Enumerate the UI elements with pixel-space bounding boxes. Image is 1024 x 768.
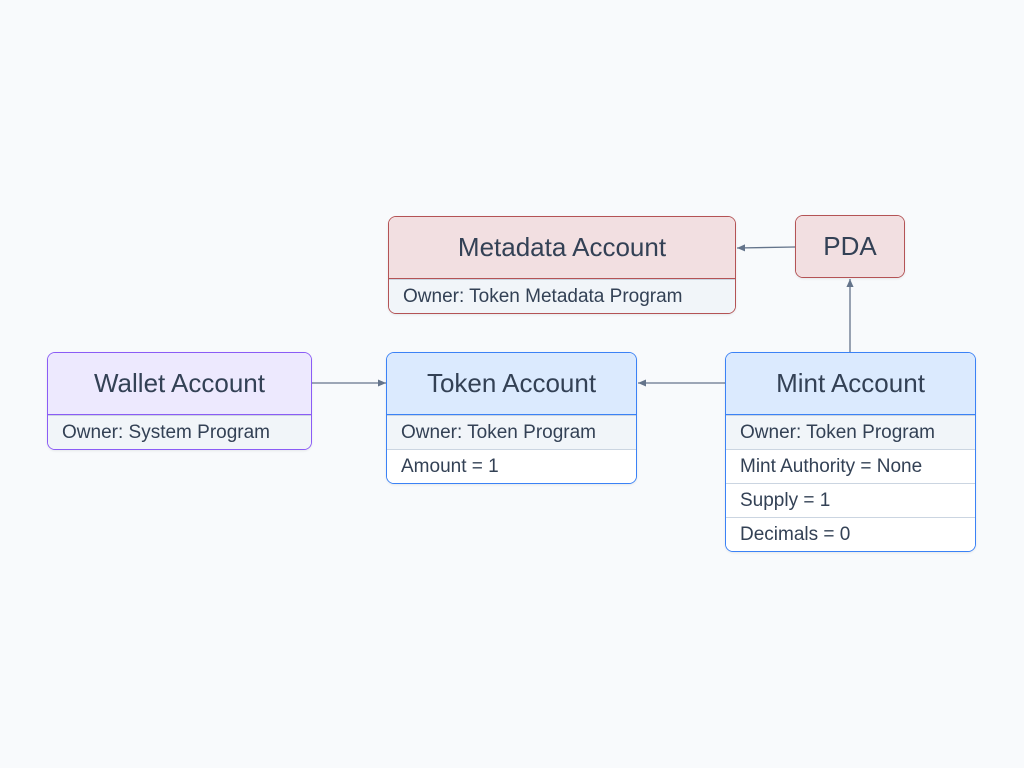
edge-pda-to-metadata (736, 244, 796, 252)
mint-owner-field: Owner: Token Program (726, 415, 975, 449)
wallet-owner-field: Owner: System Program (48, 415, 311, 449)
wallet-account-title: Wallet Account (48, 353, 311, 415)
account-diagram: Wallet Account Owner: System Program Tok… (0, 0, 1024, 768)
token-amount-field: Amount = 1 (387, 449, 636, 483)
wallet-account-node: Wallet Account Owner: System Program (47, 352, 312, 450)
metadata-account-node: Metadata Account Owner: Token Metadata P… (388, 216, 736, 314)
mint-supply-field: Supply = 1 (726, 483, 975, 517)
mint-authority-field: Mint Authority = None (726, 449, 975, 483)
pda-title: PDA (796, 216, 904, 277)
mint-decimals-field: Decimals = 0 (726, 517, 975, 551)
mint-account-node: Mint Account Owner: Token Program Mint A… (725, 352, 976, 552)
mint-account-title: Mint Account (726, 353, 975, 415)
token-account-title: Token Account (387, 353, 636, 415)
token-account-node: Token Account Owner: Token Program Amoun… (386, 352, 637, 484)
metadata-owner-field: Owner: Token Metadata Program (389, 279, 735, 313)
token-owner-field: Owner: Token Program (387, 415, 636, 449)
metadata-account-title: Metadata Account (389, 217, 735, 279)
pda-node: PDA (795, 215, 905, 278)
